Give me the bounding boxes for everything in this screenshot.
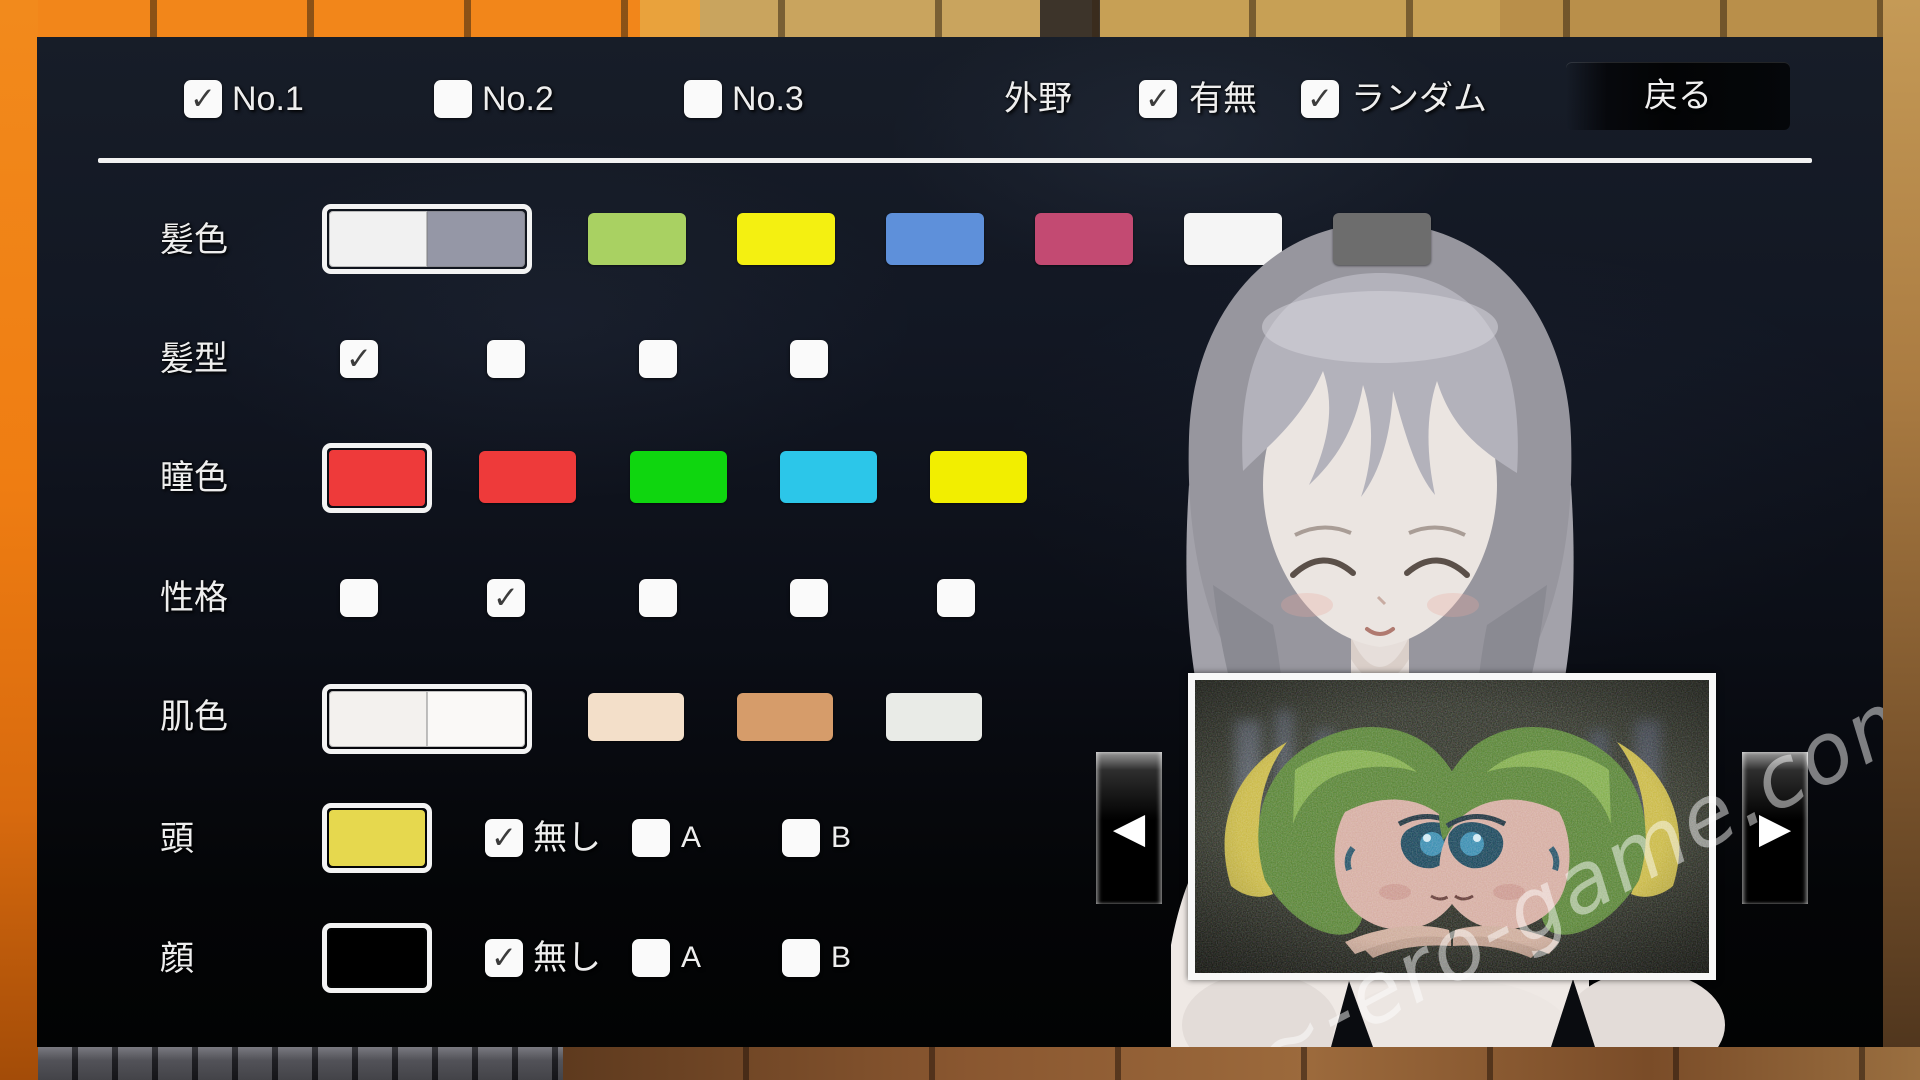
head-none-label: 無し xyxy=(533,819,601,857)
eye-color-swatch-cyan[interactable] xyxy=(780,451,877,503)
personality-label: 性格 xyxy=(160,579,228,617)
slot-no2-label: No.2 xyxy=(482,80,554,118)
personality-5-checkbox[interactable] xyxy=(937,579,975,617)
head-b-label: B xyxy=(831,819,851,857)
hair-color-swatch-blue[interactable] xyxy=(886,213,984,265)
desktop-background-left xyxy=(0,0,38,1080)
head-a-label: A xyxy=(681,819,701,857)
outfield-presence-checkbox[interactable]: ✓ xyxy=(1139,80,1177,118)
desktop-background-top xyxy=(0,0,1920,38)
head-b-checkbox[interactable] xyxy=(782,819,820,857)
next-preview-button[interactable]: ▶ xyxy=(1742,752,1808,904)
face-label: 顔 xyxy=(160,940,194,978)
outfield-label: 外野 xyxy=(1004,80,1072,118)
face-none-checkbox[interactable]: ✓ xyxy=(485,939,523,977)
check-icon: ✓ xyxy=(493,582,519,613)
slot-no1-label: No.1 xyxy=(232,80,304,118)
personality-3-checkbox[interactable] xyxy=(639,579,677,617)
slot-no2-checkbox[interactable] xyxy=(434,80,472,118)
hair-style-1-checkbox[interactable]: ✓ xyxy=(340,340,378,378)
face-b-label: B xyxy=(831,939,851,977)
eye-color-swatch-green[interactable] xyxy=(630,451,727,503)
hair-style-3-checkbox[interactable] xyxy=(639,340,677,378)
hair-style-label: 髪型 xyxy=(160,340,228,378)
check-icon: ✓ xyxy=(491,822,517,853)
check-icon: ✓ xyxy=(346,343,372,374)
head-selected-fill xyxy=(329,810,425,866)
face-selected-fill xyxy=(329,930,425,986)
head-selected-swatch[interactable] xyxy=(322,803,432,873)
check-icon: ✓ xyxy=(1145,83,1171,114)
head-none-checkbox[interactable]: ✓ xyxy=(485,819,523,857)
face-none-label: 無し xyxy=(533,939,601,977)
hair-style-4-checkbox[interactable] xyxy=(790,340,828,378)
head-a-checkbox[interactable] xyxy=(632,819,670,857)
head-label: 頭 xyxy=(160,820,194,858)
hair-color-selected-left xyxy=(329,211,427,267)
slot-no1-checkbox[interactable]: ✓ xyxy=(184,80,222,118)
face-selected-swatch[interactable] xyxy=(322,923,432,993)
check-icon: ✓ xyxy=(190,83,216,114)
hair-color-selected-swatch[interactable] xyxy=(322,204,532,274)
preview-photo-image xyxy=(1195,680,1709,973)
eye-color-swatch-red[interactable] xyxy=(479,451,576,503)
hair-style-2-checkbox[interactable] xyxy=(487,340,525,378)
preview-photo-inset xyxy=(1188,673,1716,980)
hair-color-swatch-yellow[interactable] xyxy=(737,213,835,265)
desktop-laptop-edge xyxy=(38,1047,563,1080)
personality-1-checkbox[interactable] xyxy=(340,579,378,617)
back-button[interactable]: 戻る xyxy=(1566,62,1790,130)
prev-arrow-icon: ◀ xyxy=(1113,807,1145,849)
hair-color-swatch-gray[interactable] xyxy=(1333,213,1431,265)
personality-2-checkbox[interactable]: ✓ xyxy=(487,579,525,617)
eye-color-selected-swatch[interactable] xyxy=(322,443,432,513)
eye-color-selected-fill xyxy=(329,450,425,506)
slot-no3-label: No.3 xyxy=(732,80,804,118)
hair-color-label: 髪色 xyxy=(160,221,228,259)
prev-preview-button[interactable]: ◀ xyxy=(1096,752,1162,904)
skin-color-swatch-beige[interactable] xyxy=(588,693,684,741)
desktop-background-right xyxy=(1883,0,1920,1080)
eye-color-swatch-yellow[interactable] xyxy=(930,451,1027,503)
divider-line xyxy=(98,158,1812,163)
eye-color-label: 瞳色 xyxy=(160,459,228,497)
face-b-checkbox[interactable] xyxy=(782,939,820,977)
skin-color-selected-left xyxy=(329,691,427,747)
hair-color-selected-right xyxy=(427,211,525,267)
check-icon: ✓ xyxy=(1307,83,1333,114)
outfield-presence-label: 有無 xyxy=(1189,80,1257,118)
skin-color-selected-swatch[interactable] xyxy=(322,684,532,754)
desktop-wood-floor xyxy=(563,1047,1920,1080)
next-arrow-icon: ▶ xyxy=(1759,807,1791,849)
slot-no3-checkbox[interactable] xyxy=(684,80,722,118)
check-icon: ✓ xyxy=(491,942,517,973)
skin-color-selected-right xyxy=(427,691,525,747)
personality-4-checkbox[interactable] xyxy=(790,579,828,617)
outfield-random-label: ランダム xyxy=(1351,80,1487,118)
hair-color-swatch-green[interactable] xyxy=(588,213,686,265)
outfield-random-checkbox[interactable]: ✓ xyxy=(1301,80,1339,118)
customization-panel: ✓ No.1 No.2 No.3 外野 ✓ 有無 ✓ ランダム 戻る 髪色 髪型… xyxy=(37,37,1883,1047)
skin-color-label: 肌色 xyxy=(160,698,228,736)
skin-color-swatch-tan[interactable] xyxy=(737,693,833,741)
face-a-label: A xyxy=(681,939,701,977)
skin-color-swatch-pale[interactable] xyxy=(886,693,982,741)
face-a-checkbox[interactable] xyxy=(632,939,670,977)
